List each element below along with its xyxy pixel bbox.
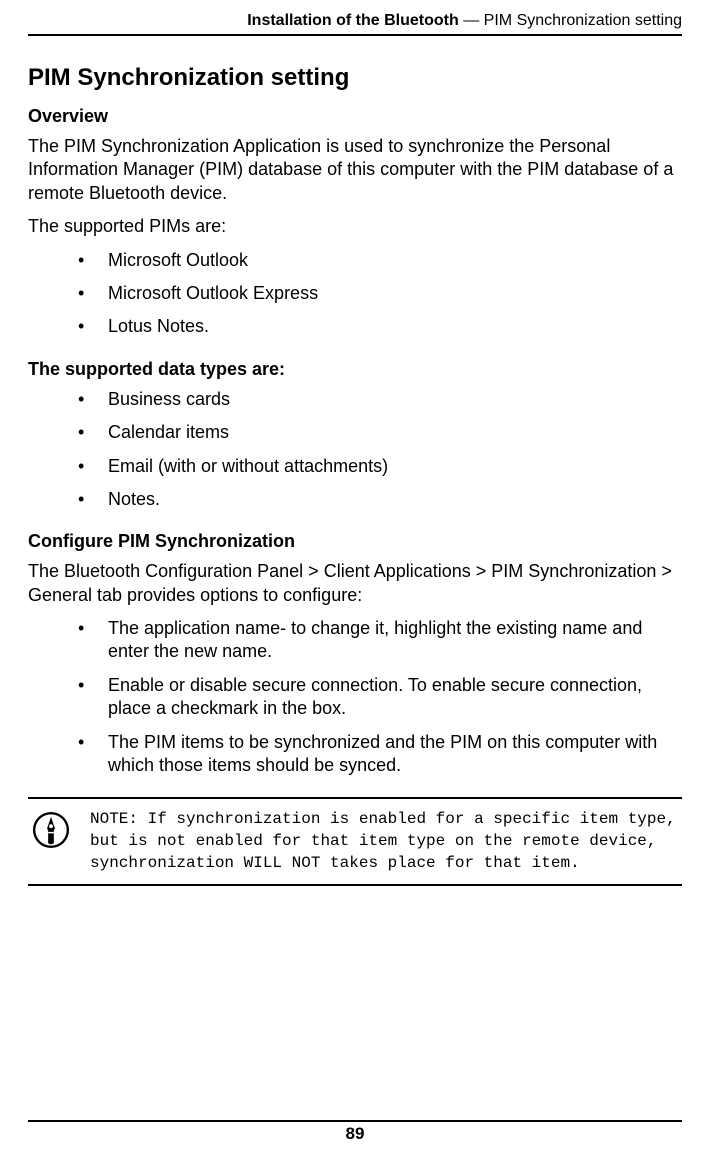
list-item: Enable or disable secure connection. To … — [78, 674, 682, 721]
list-item: The application name- to change it, high… — [78, 617, 682, 664]
data-types-list: Business cards Calendar items Email (wit… — [78, 388, 682, 512]
list-item: Microsoft Outlook — [78, 249, 682, 272]
configure-heading: Configure PIM Synchronization — [28, 531, 682, 552]
list-item: Microsoft Outlook Express — [78, 282, 682, 305]
list-item: Calendar items — [78, 421, 682, 444]
page-header: Installation of the Bluetooth — PIM Sync… — [28, 12, 682, 36]
header-rest: PIM Synchronization setting — [484, 12, 682, 29]
data-types-heading: The supported data types are: — [28, 359, 682, 380]
configure-para1: The Bluetooth Configuration Panel > Clie… — [28, 560, 682, 607]
data-types-section: The supported data types are: Business c… — [28, 359, 682, 512]
header-bold: Installation of the Bluetooth — [247, 12, 459, 29]
list-item: Notes. — [78, 488, 682, 511]
overview-heading: Overview — [28, 106, 682, 127]
overview-list: Microsoft Outlook Microsoft Outlook Expr… — [78, 249, 682, 339]
list-item: Lotus Notes. — [78, 315, 682, 338]
header-separator: — — [459, 12, 484, 29]
configure-section: Configure PIM Synchronization The Blueto… — [28, 531, 682, 777]
overview-para1: The PIM Synchronization Application is u… — [28, 135, 682, 205]
note-box: NOTE: If synchronization is enabled for … — [28, 797, 682, 886]
page-number: 89 — [346, 1124, 365, 1143]
list-item: Business cards — [78, 388, 682, 411]
page-title: PIM Synchronization setting — [28, 64, 682, 92]
overview-para2: The supported PIMs are: — [28, 215, 682, 238]
list-item: The PIM items to be synchronized and the… — [78, 731, 682, 778]
page-footer: 89 — [28, 1120, 682, 1144]
list-item: Email (with or without attachments) — [78, 455, 682, 478]
pen-note-icon — [32, 811, 70, 849]
overview-section: Overview The PIM Synchronization Applica… — [28, 106, 682, 339]
configure-list: The application name- to change it, high… — [78, 617, 682, 777]
note-text: NOTE: If synchronization is enabled for … — [90, 809, 682, 874]
